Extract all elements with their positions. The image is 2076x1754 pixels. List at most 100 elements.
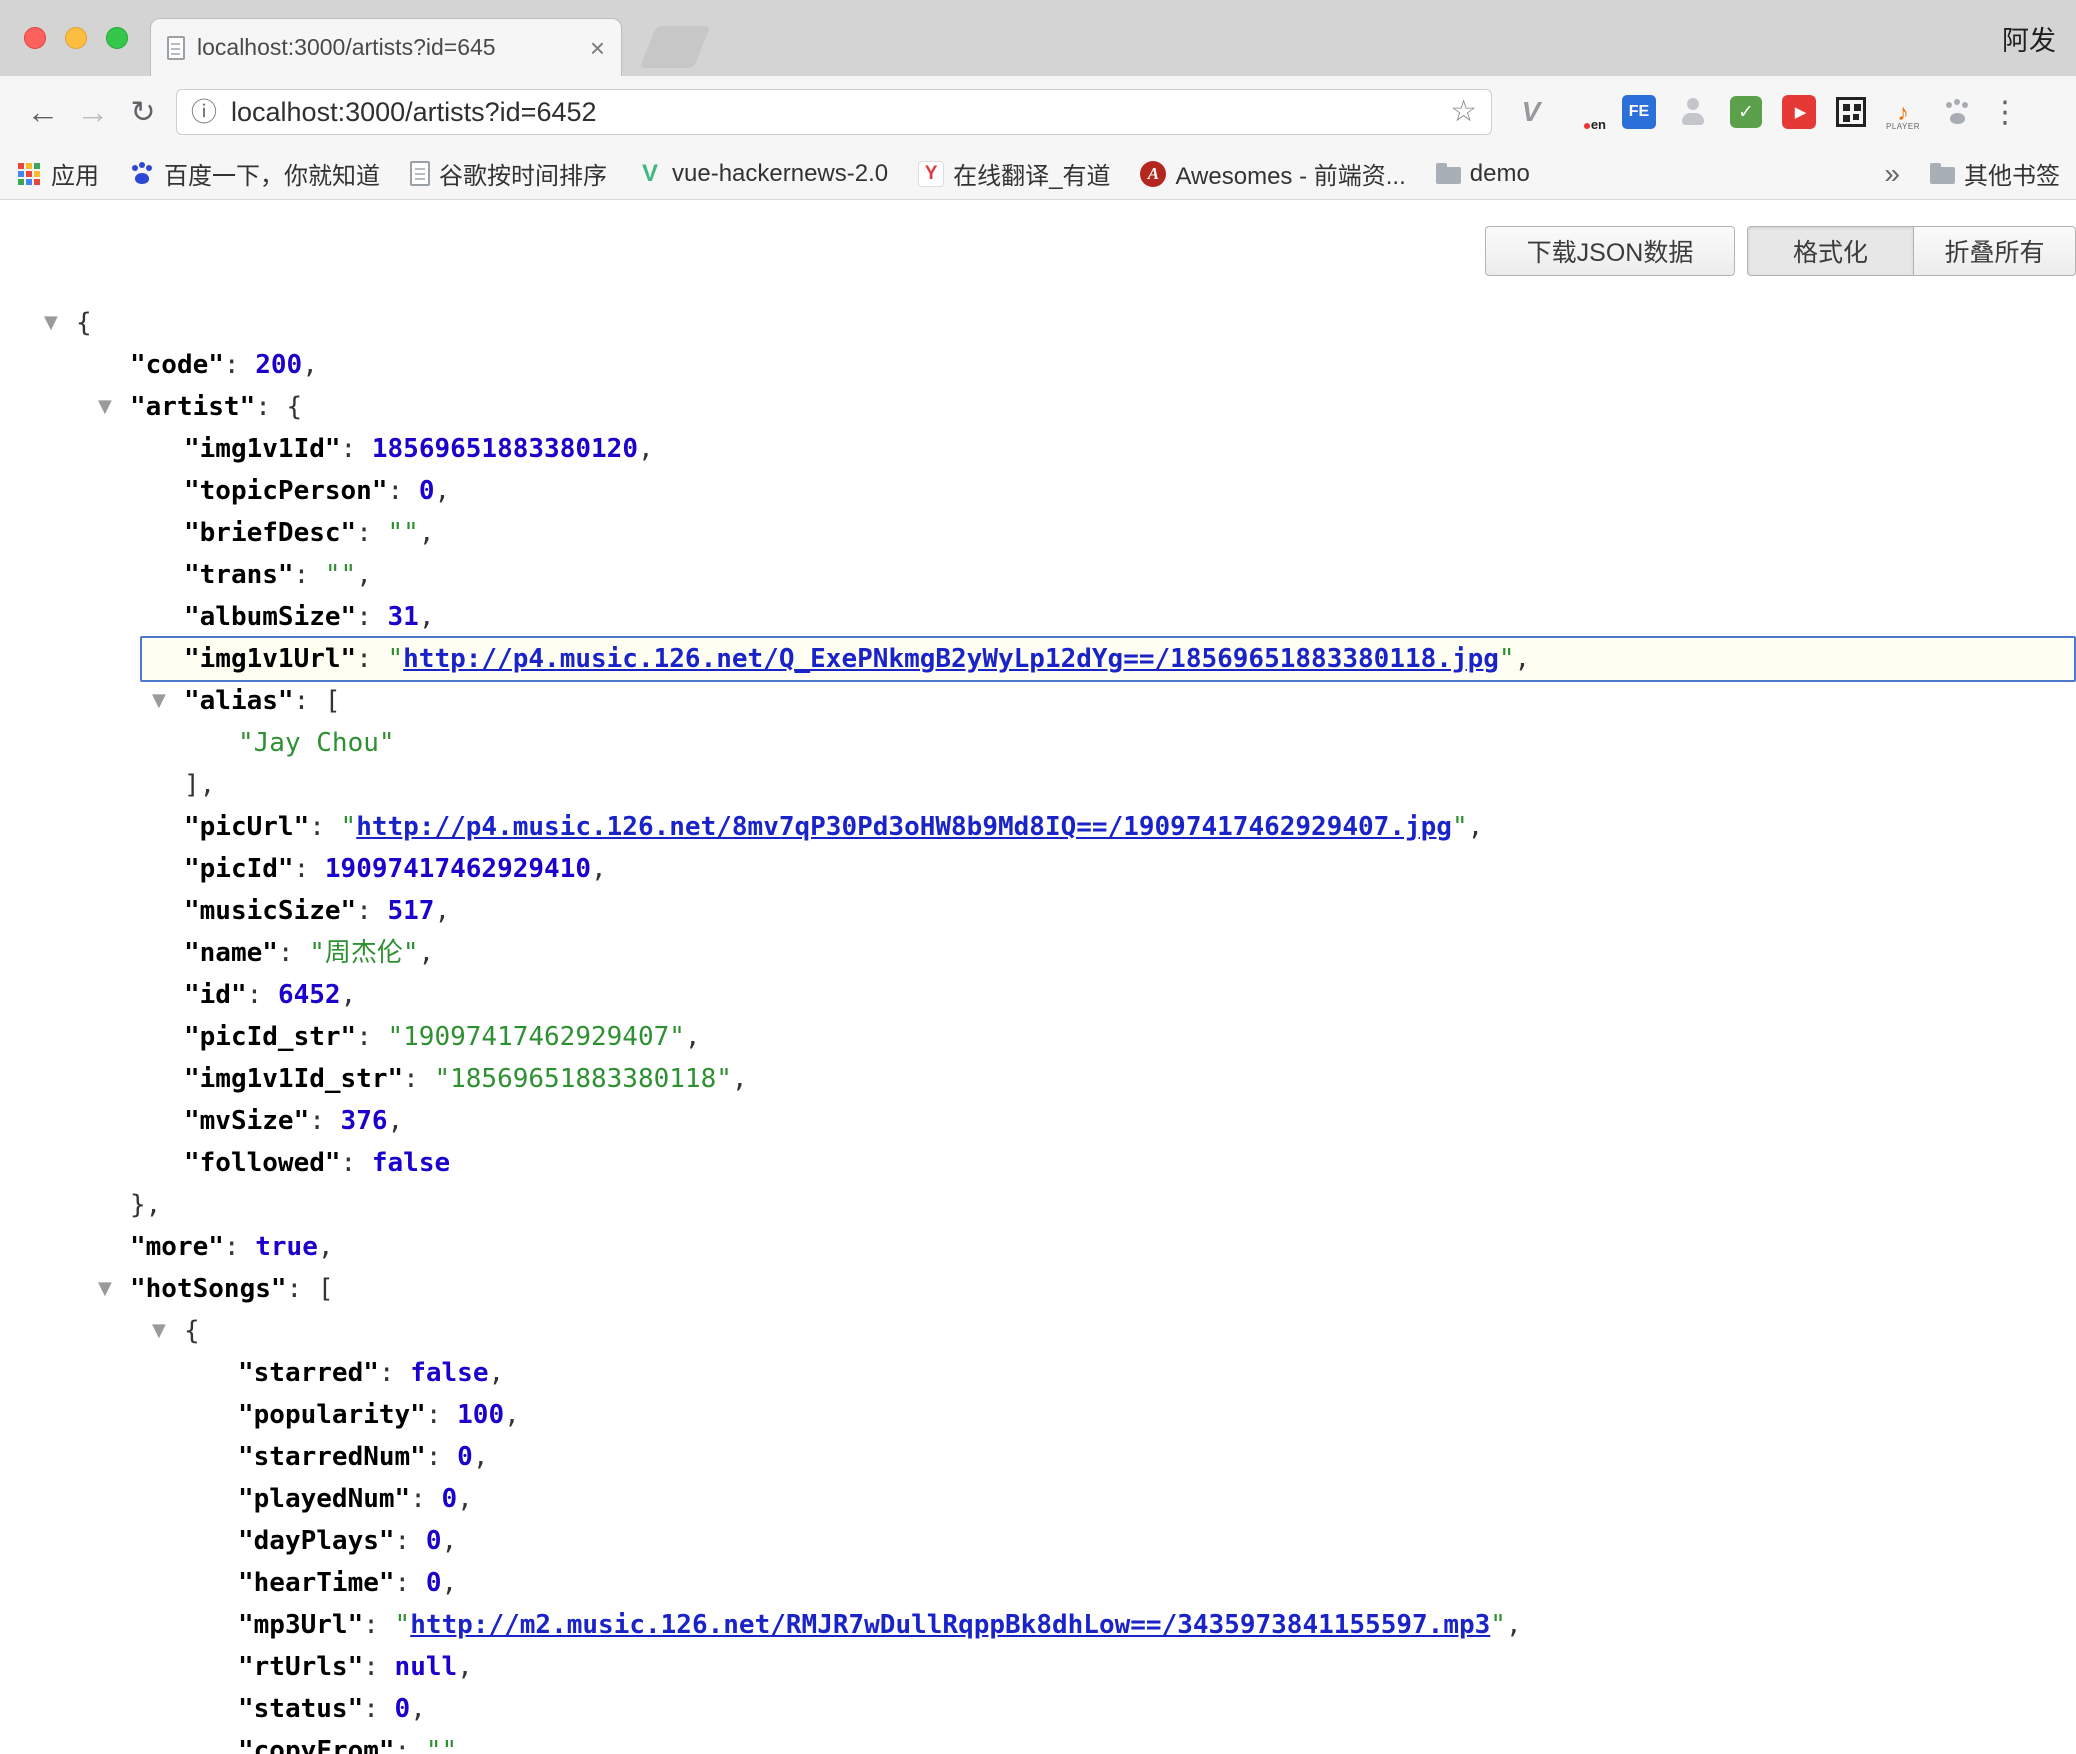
json-token: :	[356, 602, 387, 632]
json-link[interactable]: http://m2.music.126.net/RMJR7wDullRqppBk…	[410, 1610, 1490, 1640]
json-line: "copyFrom": "",	[0, 1730, 2076, 1754]
extensions-area: Ven FE ✓ ▶ ♪PLAYER	[1514, 95, 1974, 129]
url-text[interactable]: localhost:3000/artists?id=6452	[231, 97, 597, 128]
json-token: :	[309, 1106, 340, 1136]
json-token: :	[356, 644, 387, 674]
json-token: 0	[457, 1442, 473, 1472]
json-token: 0	[426, 1526, 442, 1556]
bookmark-item[interactable]: AAwesomes - 前端资...	[1140, 156, 1405, 191]
browser-tab[interactable]: localhost:3000/artists?id=645 ×	[150, 18, 622, 76]
download-json-button[interactable]: 下载JSON数据	[1485, 226, 1735, 276]
collapse-triangle-icon[interactable]: ▼	[152, 1310, 166, 1352]
site-info-icon[interactable]: ⓘ	[191, 99, 217, 125]
format-button[interactable]: 格式化	[1747, 226, 1913, 276]
bookmark-item[interactable]: Vvue-hackernews-2.0	[637, 160, 888, 188]
json-viewer: ▼{"code": 200,▼"artist": {"img1v1Id": 18…	[0, 302, 2076, 1754]
json-token: ,	[442, 1526, 458, 1556]
bookmarks-bar: 应用 百度一下，你就知道谷歌按时间排序 Vvue-hackernews-2.0 Y在…	[0, 148, 2076, 200]
json-line: "mp3Url": "http://m2.music.126.net/RMJR7…	[0, 1604, 2076, 1646]
json-token: :	[395, 1736, 426, 1754]
forward-button[interactable]: →	[68, 87, 118, 137]
json-line: "id": 6452,	[0, 974, 2076, 1016]
vue-icon: V	[637, 161, 663, 187]
back-button[interactable]: ←	[18, 87, 68, 137]
bookmark-label: 其他书签	[1964, 156, 2060, 191]
json-line: ▼{	[0, 302, 2076, 344]
collapse-triangle-icon[interactable]: ▼	[98, 1268, 112, 1310]
json-token: ,	[685, 1022, 701, 1052]
json-token: "starred"	[238, 1358, 379, 1388]
json-token: :	[356, 896, 387, 926]
bookmark-item[interactable]: Y在线翻译_有道	[918, 156, 1110, 191]
json-token: :	[341, 1148, 372, 1178]
bookmark-star-icon[interactable]: ☆	[1450, 97, 1477, 127]
close-window-button[interactable]	[24, 27, 46, 49]
json-token: :	[426, 1400, 457, 1430]
json-token: "18569651883380118"	[434, 1064, 731, 1094]
translate-pen-icon[interactable]: en	[1568, 95, 1602, 129]
reload-button[interactable]: ↻	[118, 87, 168, 137]
json-token: "playedNum"	[238, 1484, 410, 1514]
bookmark-item[interactable]: 百度一下，你就知道	[129, 156, 380, 191]
bookmark-label: Awesomes - 前端资...	[1175, 156, 1405, 191]
json-line: "hearTime": 0,	[0, 1562, 2076, 1604]
json-token: 376	[341, 1106, 388, 1136]
json-token: : [	[294, 686, 341, 716]
bookmarks-overflow-icon[interactable]: »	[1884, 158, 1900, 190]
json-actions: 下载JSON数据 格式化 折叠所有	[0, 226, 2076, 280]
json-token: "Jay Chou"	[238, 728, 395, 758]
json-token: "picUrl"	[184, 812, 309, 842]
json-line: ▼{	[0, 1310, 2076, 1352]
qr-code-icon[interactable]	[1836, 97, 1866, 127]
collapse-triangle-icon[interactable]: ▼	[44, 302, 58, 344]
json-token: ,	[388, 1106, 404, 1136]
json-token: "starredNum"	[238, 1442, 426, 1472]
fe-icon[interactable]: FE	[1622, 95, 1656, 129]
green-shield-icon[interactable]: ✓	[1730, 96, 1762, 128]
player-icon[interactable]: ♪PLAYER	[1886, 95, 1920, 129]
json-token: ,	[341, 980, 357, 1010]
json-token: "topicPerson"	[184, 476, 388, 506]
json-token: :	[294, 854, 325, 884]
json-token: :	[388, 476, 419, 506]
address-bar[interactable]: ⓘ localhost:3000/artists?id=6452 ☆	[176, 89, 1492, 135]
vimium-icon[interactable]: V	[1514, 95, 1548, 129]
user-silhouette-icon[interactable]	[1676, 95, 1710, 129]
json-link[interactable]: http://p4.music.126.net/8mv7qP30Pd3oHW8b…	[356, 812, 1452, 842]
collapse-triangle-icon[interactable]: ▼	[152, 680, 166, 722]
profile-name[interactable]: 阿发	[2002, 0, 2056, 76]
json-token: 18569651883380120	[372, 434, 638, 464]
bookmark-item[interactable]: demo	[1436, 160, 1530, 188]
json-line: "status": 0,	[0, 1688, 2076, 1730]
json-token: ,	[419, 938, 435, 968]
json-token: ,	[504, 1400, 520, 1430]
json-token: "	[1499, 644, 1515, 674]
json-token: "img1v1Url"	[184, 644, 356, 674]
json-line: },	[0, 1184, 2076, 1226]
paw-icon[interactable]	[1940, 95, 1974, 129]
json-token: false	[410, 1358, 488, 1388]
json-line: "img1v1Id_str": "18569651883380118",	[0, 1058, 2076, 1100]
json-token: :	[356, 518, 387, 548]
json-token: ,	[419, 518, 435, 548]
json-token: "mp3Url"	[238, 1610, 363, 1640]
folder-icon	[1436, 167, 1461, 184]
youtube-icon[interactable]: ▶	[1782, 95, 1816, 129]
json-line: "albumSize": 31,	[0, 596, 2076, 638]
json-link[interactable]: http://p4.music.126.net/Q_ExePNkmgB2yWyL…	[403, 644, 1499, 674]
new-tab-button[interactable]	[640, 26, 711, 68]
collapse-all-button[interactable]: 折叠所有	[1913, 226, 2076, 276]
zoom-window-button[interactable]	[106, 27, 128, 49]
baidu-icon	[129, 161, 155, 187]
bookmark-apps[interactable]: 应用	[16, 156, 99, 191]
browser-menu-icon[interactable]: ⋮	[1990, 95, 2020, 130]
collapse-triangle-icon[interactable]: ▼	[98, 386, 112, 428]
json-token: "周杰伦"	[309, 938, 418, 968]
json-token: ,	[419, 602, 435, 632]
tab-close-icon[interactable]: ×	[590, 35, 605, 61]
bookmark-label: 在线翻译_有道	[953, 156, 1110, 191]
minimize-window-button[interactable]	[65, 27, 87, 49]
bookmark-other-folder[interactable]: 其他书签	[1930, 156, 2060, 191]
json-token: "trans"	[184, 560, 294, 590]
bookmark-item[interactable]: 谷歌按时间排序	[410, 156, 607, 191]
